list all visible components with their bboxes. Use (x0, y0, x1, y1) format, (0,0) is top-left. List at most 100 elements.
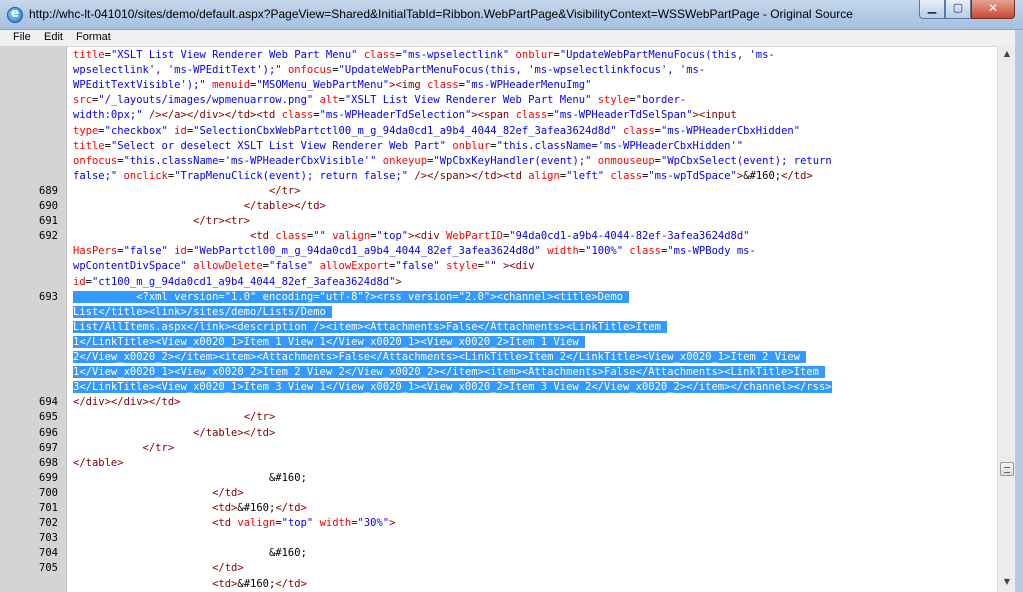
code-token: </td> (275, 577, 307, 590)
code-line: type="checkbox" id="SelectionCbxWebPartc… (73, 124, 800, 139)
code-token: width (547, 245, 579, 258)
code-token: title (73, 139, 105, 152)
line-number: 693 (39, 290, 58, 303)
code-token: onblur (452, 139, 491, 152)
code-line: List</title><link>/sites/demo/Lists/Demo (73, 305, 333, 320)
code-line: </tr><tr> (73, 214, 250, 229)
code-token: "ms-wpselectlink" (401, 49, 510, 61)
code-line: id="ct100_m_g_94da0cd1_a9b4_4044_82ef_3a… (73, 275, 402, 290)
code-token: "border- (635, 94, 687, 107)
menu-format[interactable]: Format (76, 31, 111, 43)
code-token: "/_layouts/images/wpmenuarrow.png" (98, 94, 314, 107)
code-token: wpContentDivSpace" (73, 260, 187, 273)
code-token: </td> (781, 169, 813, 182)
close-button[interactable]: ✕ (971, 0, 1015, 19)
code-line: <?xml version="1.0" encoding="utf-8"?><r… (73, 290, 630, 305)
code-token: onclick (123, 169, 168, 182)
code-token: "top" (376, 230, 409, 243)
maximize-button[interactable]: ▢ (945, 0, 971, 19)
code-token: ><img (389, 79, 421, 92)
selected-text: <?xml version="1.0" encoding="utf-8"?><r… (73, 290, 630, 303)
code-token: "ms-WPBody ms- (667, 245, 756, 258)
line-number: 697 (39, 441, 58, 454)
code-token: "left" (566, 169, 605, 182)
code-token: "top" (281, 517, 314, 530)
code-line: </td> (73, 561, 244, 576)
code-token: "WebPartctl00_m_g_94da0cd1_a9b4_4044_82e… (193, 245, 541, 258)
scroll-down-icon[interactable]: ▼ (1000, 577, 1014, 589)
code-token: </tr> (268, 184, 301, 197)
code-token: "false" (123, 245, 168, 258)
code-token: "this.className='ms-WPHeaderCbxVisible'" (123, 154, 377, 167)
scrollbar-thumb[interactable] (1000, 462, 1014, 476)
code-line: </table> (73, 456, 124, 471)
title-bar: http://whc-lt-041010/sites/demo/default.… (0, 0, 1023, 30)
code-line: 1</View_x0020_1><View_x0020_2>Item 2 Vie… (73, 365, 826, 380)
code-line: List/AllItems.aspx</link><description />… (73, 320, 668, 335)
code-token: ><div (408, 230, 440, 243)
source-code-view[interactable]: title="XSLT List View Renderer Web Part … (67, 46, 997, 592)
line-number: 690 (39, 200, 58, 212)
code-token: "ms-WPHeaderCbxHidden" (660, 124, 801, 137)
menu-bar: File Edit Format (0, 30, 1023, 47)
code-line: </td> (73, 486, 244, 501)
code-line: <td valign="top" width="30%"> (73, 516, 395, 531)
code-token: wpselectlink', 'ms-WPEditText');" (73, 64, 282, 77)
code-token: allowExport (319, 260, 390, 273)
line-number: 689 (39, 184, 58, 197)
code-token: &#160; (268, 471, 307, 484)
code-token: menuid (212, 79, 251, 92)
code-token: "false" (269, 260, 314, 273)
code-token: </div></div></td> (73, 396, 181, 409)
code-token: id (174, 124, 187, 137)
selected-text: 2</View_x0020_2></item><item><Attachment… (73, 351, 807, 363)
code-token: "ms-wpTdSpace" (648, 169, 737, 182)
code-token: class (275, 230, 307, 243)
code-token: </td> (275, 502, 307, 514)
line-number: 692 (39, 230, 58, 243)
code-line: </tr> (73, 410, 276, 425)
line-number: 698 (39, 456, 58, 469)
line-number: 705 (39, 562, 58, 575)
code-token: id (174, 245, 187, 258)
code-token: style (446, 260, 478, 273)
code-line: wpselectlink', 'ms-WPEditText');" onfocu… (73, 63, 705, 78)
line-number: 701 (39, 502, 58, 514)
scroll-up-icon[interactable]: ▲ (1000, 49, 1014, 61)
window-frame-right (1015, 30, 1023, 592)
code-token: class (515, 109, 548, 122)
code-token: onfocus (73, 154, 118, 167)
code-token: "94da0cd1-a9b4-4044-82ef-3afea3624d8d" (509, 230, 750, 243)
line-number: 702 (39, 517, 58, 530)
code-token: "SelectionCbxWebPartctl00_m_g_94da0cd1_a… (193, 124, 617, 137)
code-token: "XSLT List View Renderer Web Part Menu" (344, 94, 592, 107)
code-token: "checkbox" (104, 124, 168, 137)
line-number: 691 (39, 215, 58, 228)
code-token: > (395, 275, 402, 288)
code-token: WebPartID (446, 230, 503, 243)
code-token: WPEditTextVisible');" (73, 79, 206, 92)
line-number: 695 (39, 411, 58, 424)
code-token: "30%" (357, 517, 390, 530)
code-token: class (610, 169, 643, 182)
code-token: class (427, 79, 459, 92)
maximize-icon: ▢ (952, 1, 964, 14)
menu-file[interactable]: File (13, 31, 31, 43)
menu-edit[interactable]: Edit (44, 31, 63, 43)
code-token: allowDelete (193, 260, 263, 273)
minimize-button[interactable]: ▁ (919, 0, 945, 19)
code-line: title="Select or deselect XSLT List View… (73, 139, 743, 154)
code-token: style (597, 94, 630, 107)
code-line: </tr> (73, 441, 175, 456)
code-token: src (73, 94, 92, 107)
code-token: false;" (73, 169, 118, 182)
code-line: &#160; (73, 471, 307, 486)
vertical-scrollbar[interactable]: ▲ ▼ (997, 46, 1016, 592)
code-token: ><span (471, 109, 510, 122)
code-token: </td> (212, 562, 244, 575)
code-token: </td> (212, 486, 244, 499)
